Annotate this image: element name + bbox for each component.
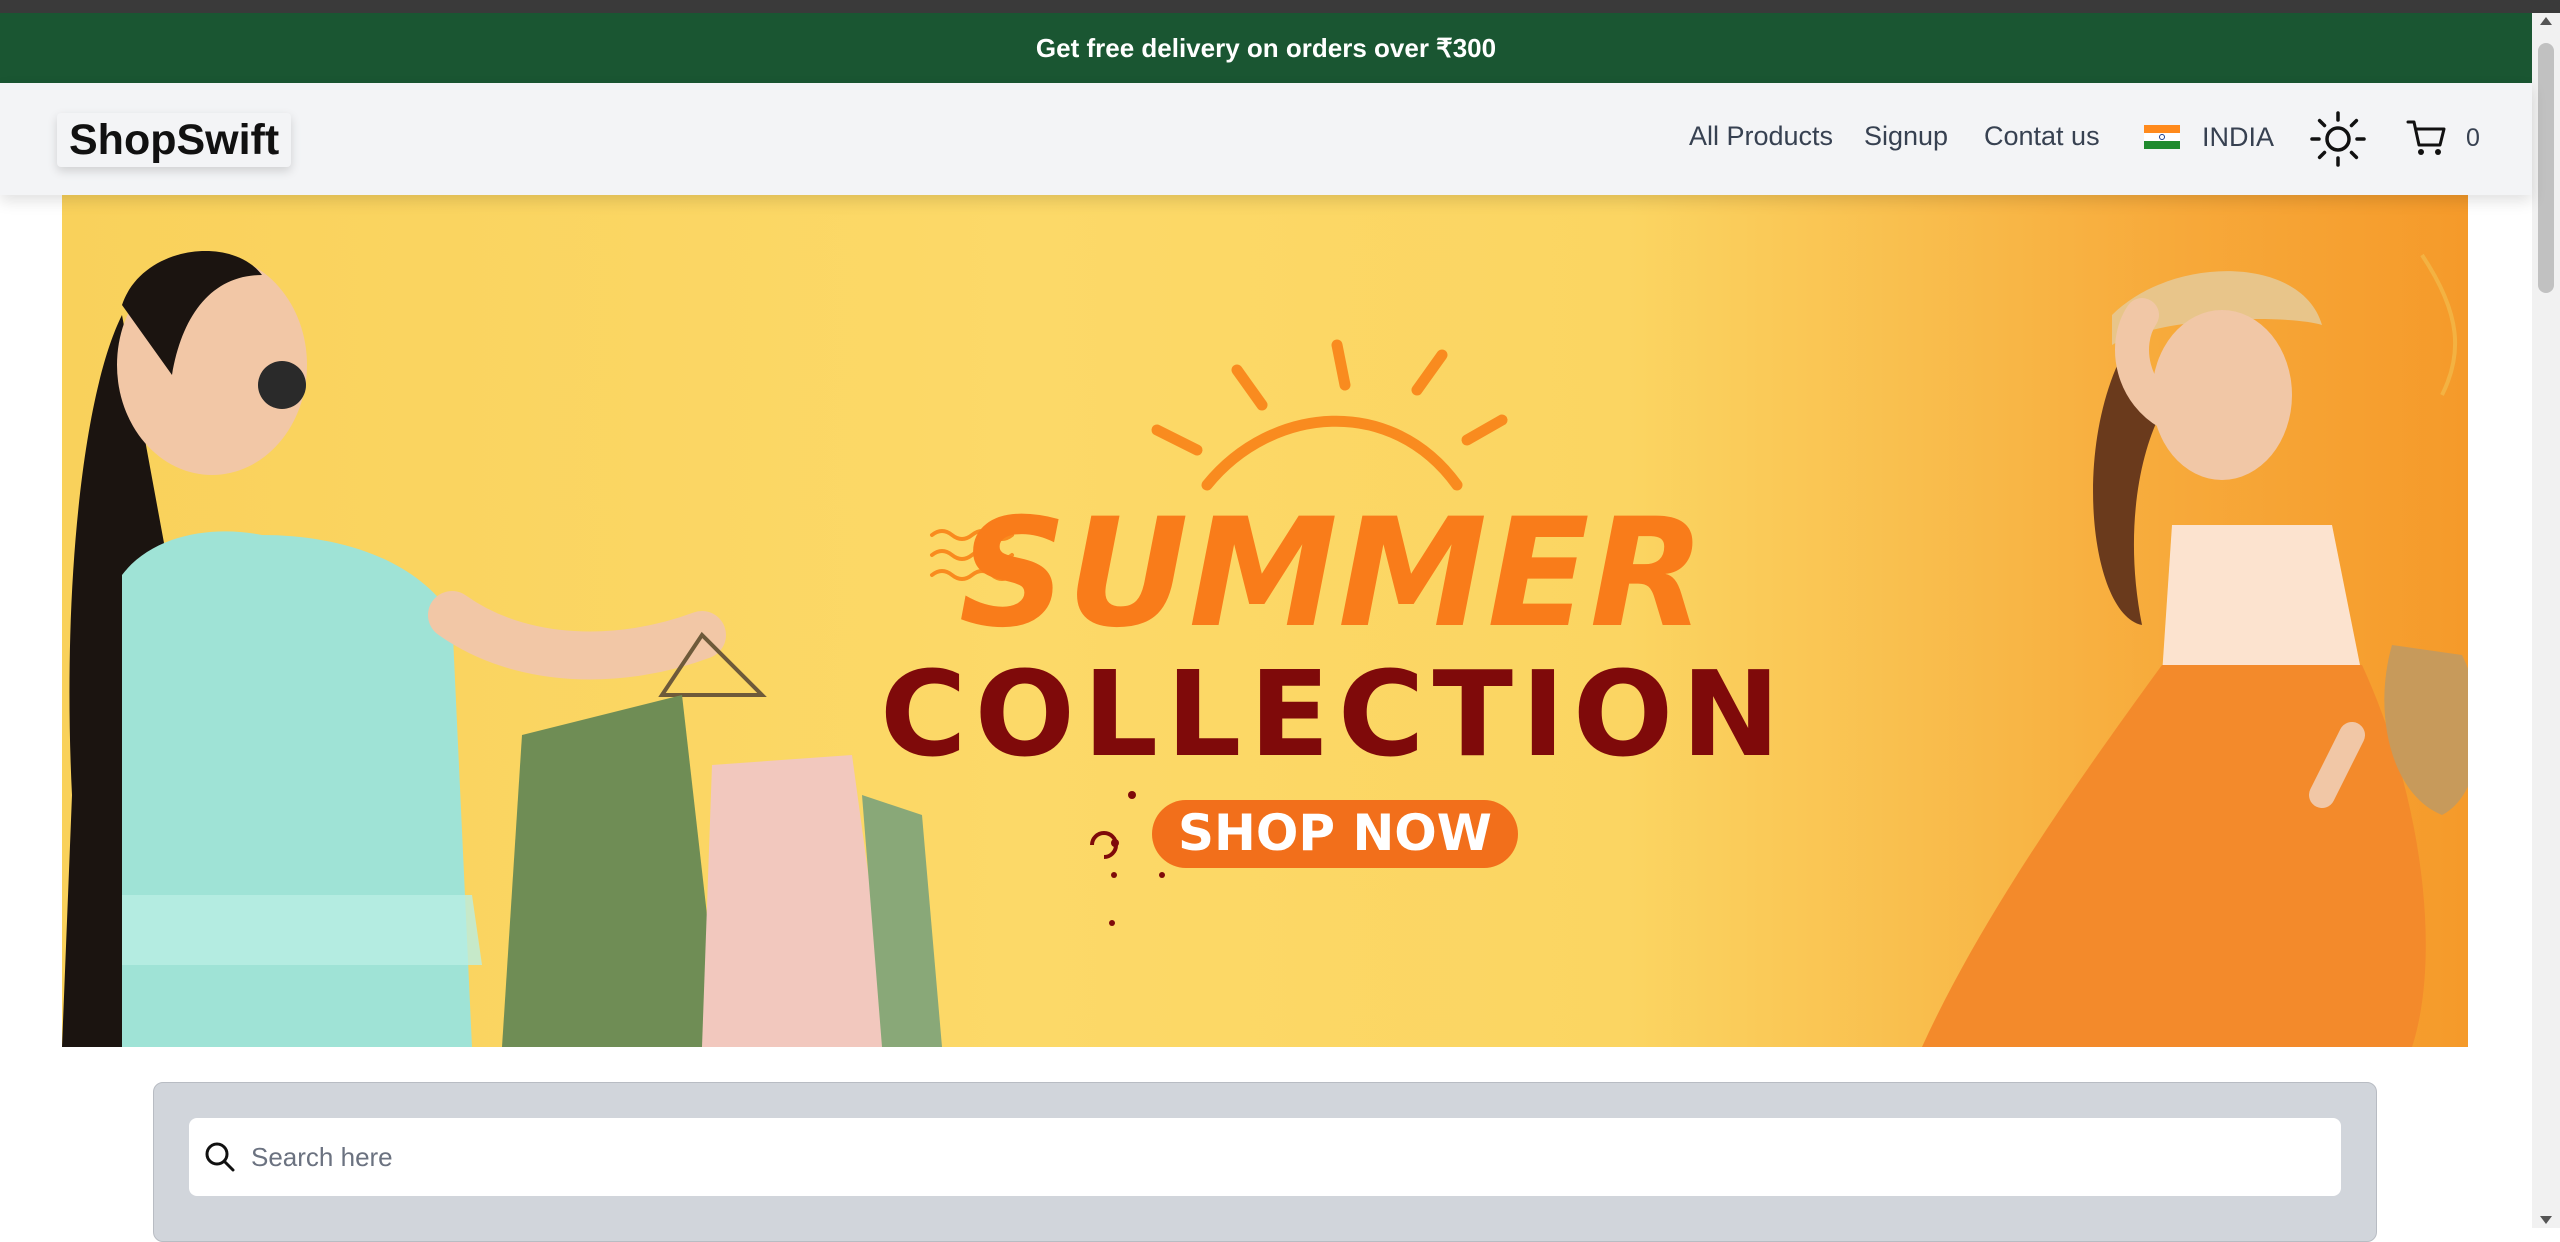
- site-logo[interactable]: ShopSwift: [57, 113, 292, 167]
- search-input[interactable]: [249, 1140, 2313, 1174]
- cart-count: 0: [2466, 123, 2480, 152]
- sun-rays-graphic: [1151, 339, 1508, 491]
- scroll-down-arrow-icon[interactable]: [2540, 1216, 2552, 1224]
- country-selector[interactable]: INDIA: [2144, 119, 2274, 155]
- swirl-decoration: [1090, 791, 1165, 926]
- promo-text: Get free delivery on orders over ₹300: [1035, 32, 1497, 63]
- hero-banner[interactable]: SUMMER COLLECTION SHOP NOW: [62, 195, 2468, 1047]
- banner-subheadline: COLLECTION: [880, 645, 1788, 783]
- scroll-up-arrow-icon[interactable]: [2540, 17, 2552, 25]
- left-model-image: [62, 251, 942, 1047]
- india-flag-icon: [2144, 125, 2180, 149]
- search-icon: [205, 1142, 235, 1172]
- cart-button[interactable]: 0: [2406, 117, 2480, 159]
- page-scrollbar[interactable]: [2532, 13, 2560, 1228]
- banner-headline: SUMMER: [959, 487, 1705, 661]
- nav-link-all-products[interactable]: All Products: [1689, 121, 1833, 152]
- search-box[interactable]: [189, 1118, 2341, 1196]
- navbar: ShopSwift All Products Signup Contat us …: [0, 83, 2532, 195]
- cart-icon: [2406, 120, 2446, 155]
- nav-link-contact[interactable]: Contat us: [1984, 121, 2100, 152]
- shop-now-button[interactable]: SHOP NOW: [1152, 800, 1518, 868]
- browser-top-edge: [0, 0, 2560, 13]
- shop-now-label: SHOP NOW: [1178, 804, 1492, 862]
- country-label: INDIA: [2202, 121, 2275, 152]
- theme-toggle-button[interactable]: [2310, 111, 2366, 167]
- right-model-image: [1922, 253, 2468, 1047]
- search-panel: [153, 1082, 2377, 1242]
- sun-icon: [2310, 111, 2366, 167]
- nav-link-signup[interactable]: Signup: [1864, 121, 1948, 152]
- promo-banner: Get free delivery on orders over ₹300: [0, 13, 2532, 83]
- scroll-thumb[interactable]: [2538, 43, 2554, 293]
